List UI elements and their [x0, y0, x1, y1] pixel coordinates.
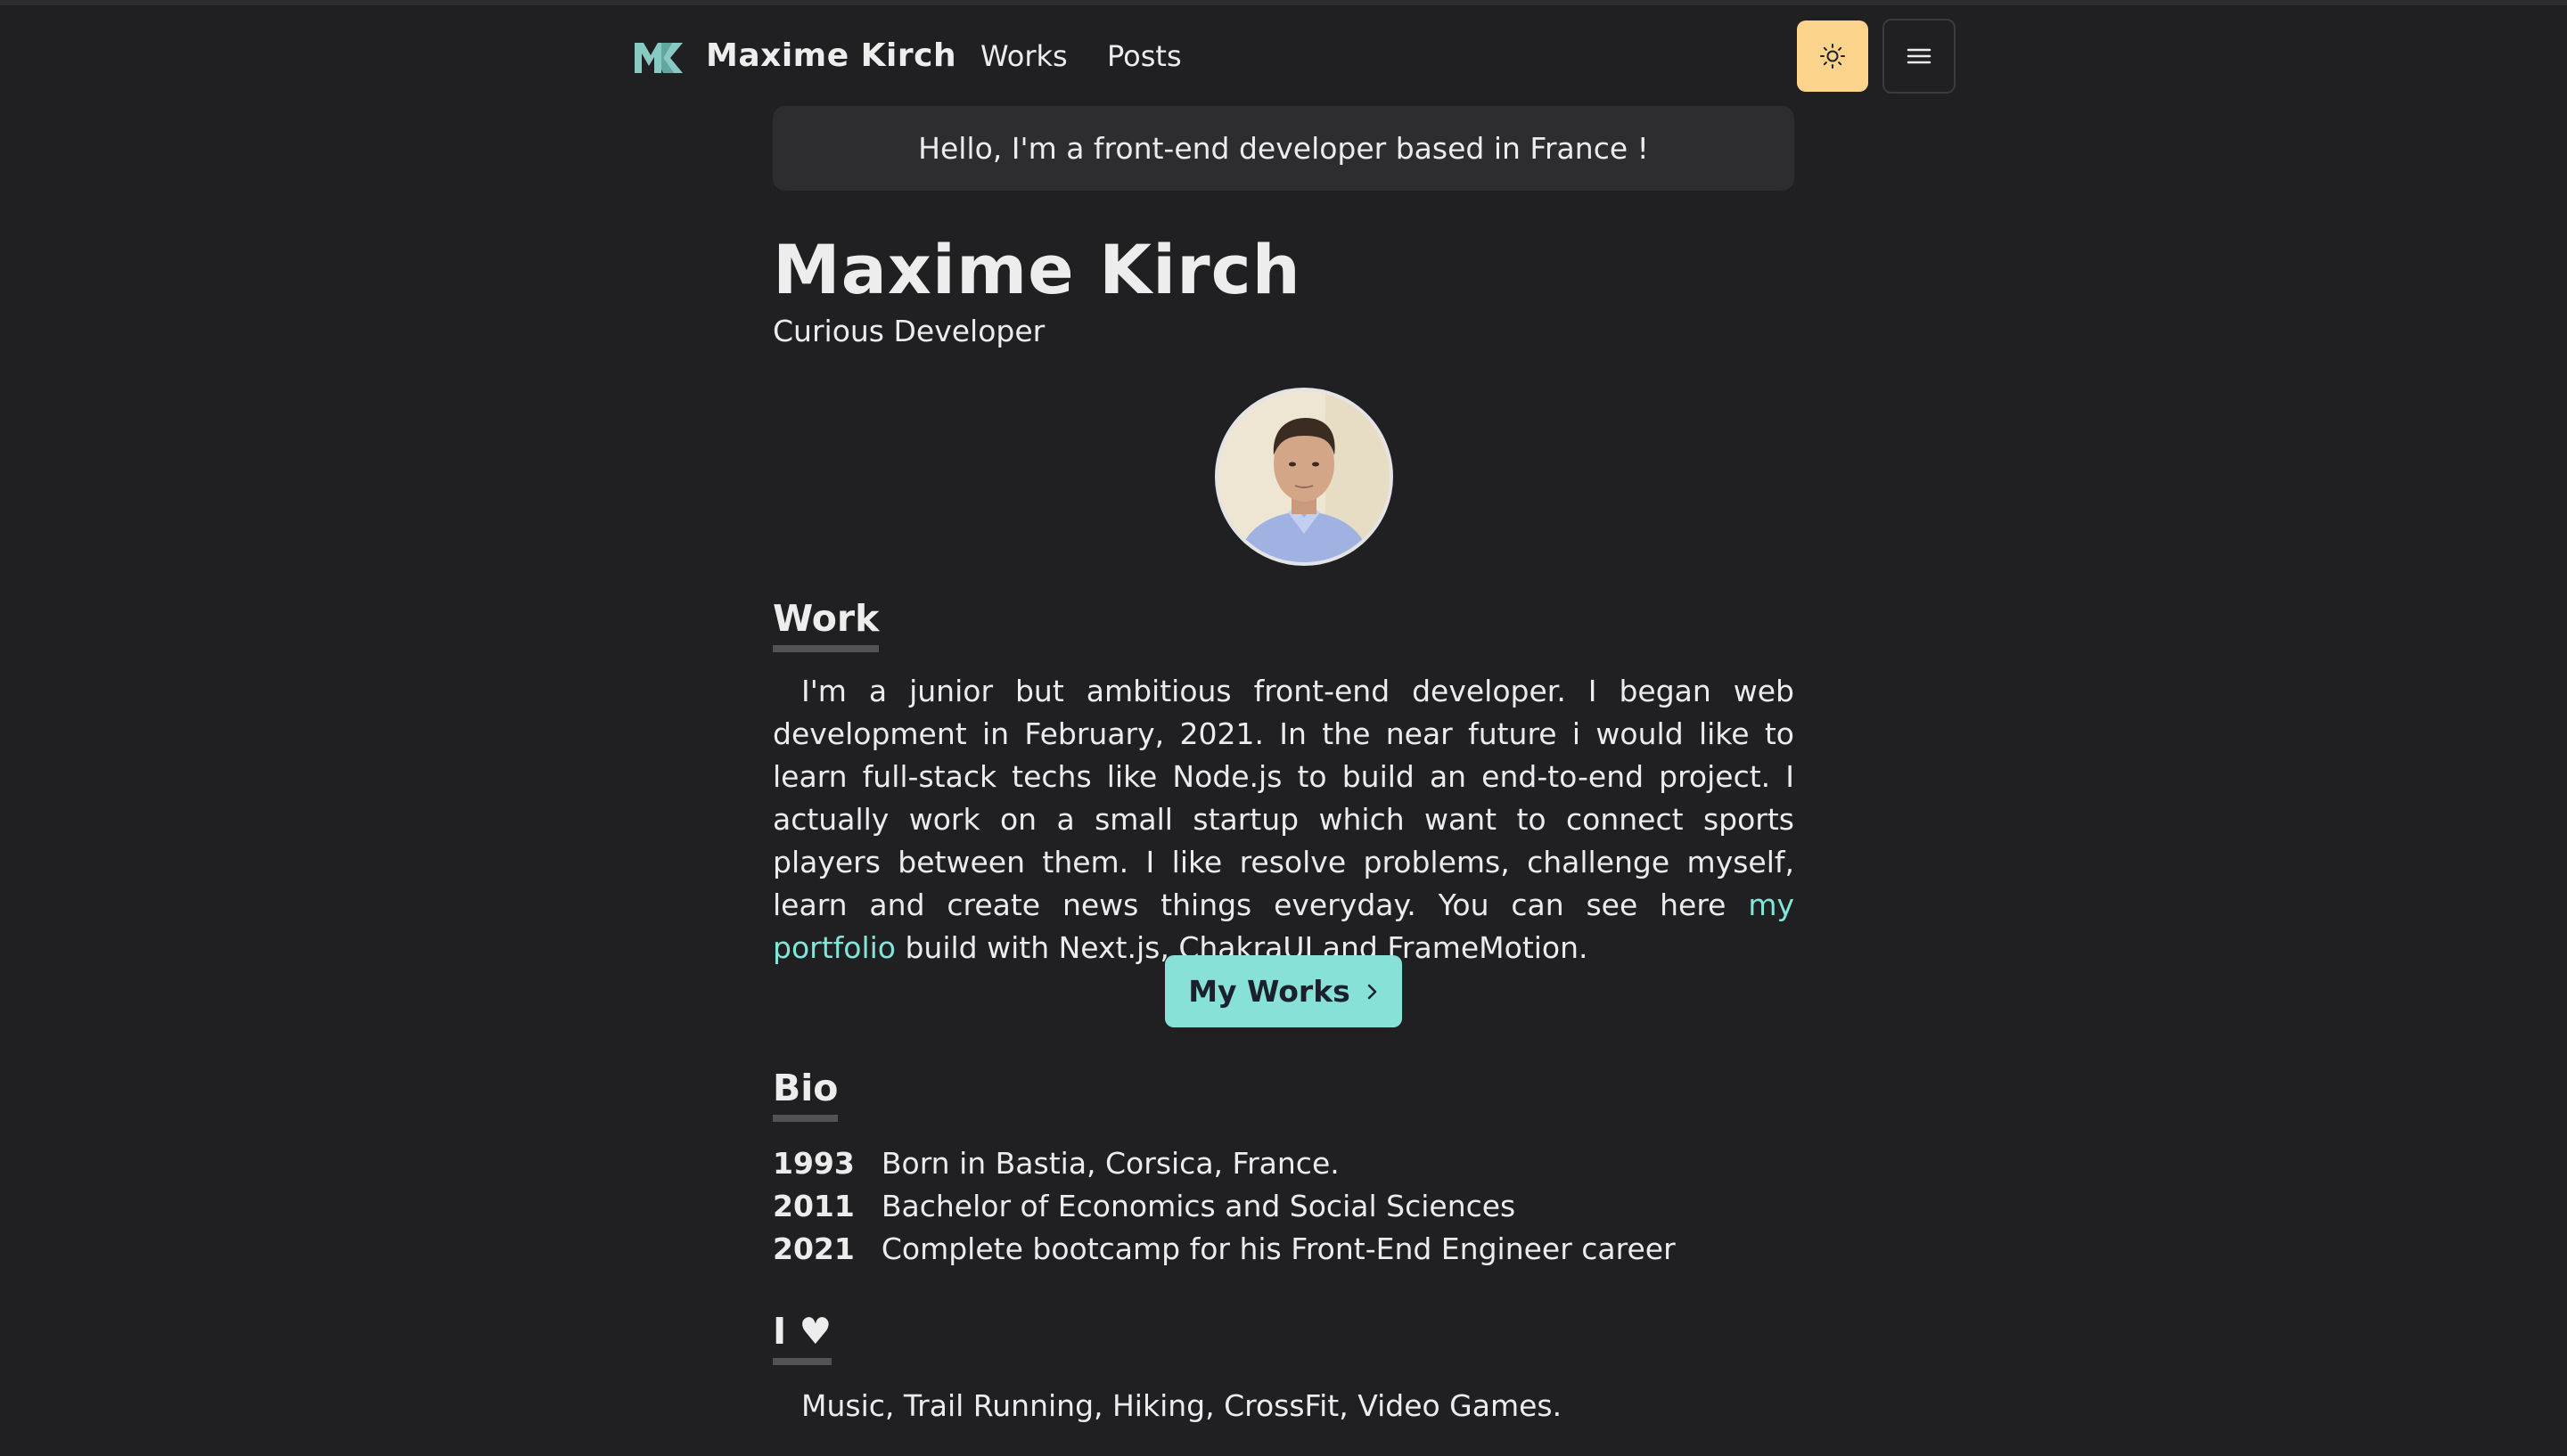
- bio-entry: 2021 Complete bootcamp for his Front-End …: [773, 1231, 1676, 1266]
- bio-entry: 2011 Bachelor of Economics and Social Sci…: [773, 1189, 1515, 1223]
- brand-name[interactable]: Maxime Kirch: [706, 37, 956, 74]
- my-works-button-label: My Works: [1188, 974, 1350, 1009]
- work-text-before: I'm a junior but ambitious front-end dev…: [773, 674, 1794, 922]
- bio-text: Complete bootcamp for his Front-End Engi…: [881, 1231, 1676, 1266]
- bio-entry: 1993 Born in Bastia, Corsica, France.: [773, 1146, 1340, 1181]
- hamburger-icon: [1907, 48, 1931, 64]
- bio-text: Bachelor of Economics and Social Science…: [881, 1189, 1516, 1223]
- bio-year: 1993: [773, 1146, 855, 1181]
- navbar: Maxime Kirch Works Posts: [0, 5, 2567, 105]
- nav-link-posts[interactable]: Posts: [1107, 39, 1182, 73]
- section-title-love: I ♥: [773, 1310, 832, 1365]
- section-title-work: Work: [773, 597, 880, 652]
- menu-button[interactable]: [1882, 19, 1956, 94]
- bio-year: 2011: [773, 1189, 855, 1223]
- section-title-bio: Bio: [773, 1067, 839, 1122]
- chevron-right-icon: [1367, 984, 1377, 999]
- greeting-banner: Hello, I'm a front-end developer based i…: [773, 106, 1794, 191]
- my-works-button[interactable]: My Works: [1165, 955, 1402, 1027]
- profile-photo: [1218, 391, 1390, 562]
- avatar: [1215, 388, 1393, 566]
- work-description: I'm a junior but ambitious front-end dev…: [773, 670, 1794, 969]
- page-subtitle: Curious Developer: [773, 314, 1046, 348]
- nav-link-works[interactable]: Works: [980, 39, 1068, 73]
- bio-text: Born in Bastia, Corsica, France.: [881, 1146, 1340, 1181]
- theme-toggle-button[interactable]: [1797, 20, 1868, 92]
- page-title: Maxime Kirch: [773, 230, 1301, 309]
- hobbies-text: Music, Trail Running, Hiking, CrossFit, …: [801, 1388, 1562, 1423]
- logo-icon[interactable]: [635, 43, 683, 73]
- bio-year: 2021: [773, 1231, 855, 1266]
- sun-icon: [1820, 44, 1845, 69]
